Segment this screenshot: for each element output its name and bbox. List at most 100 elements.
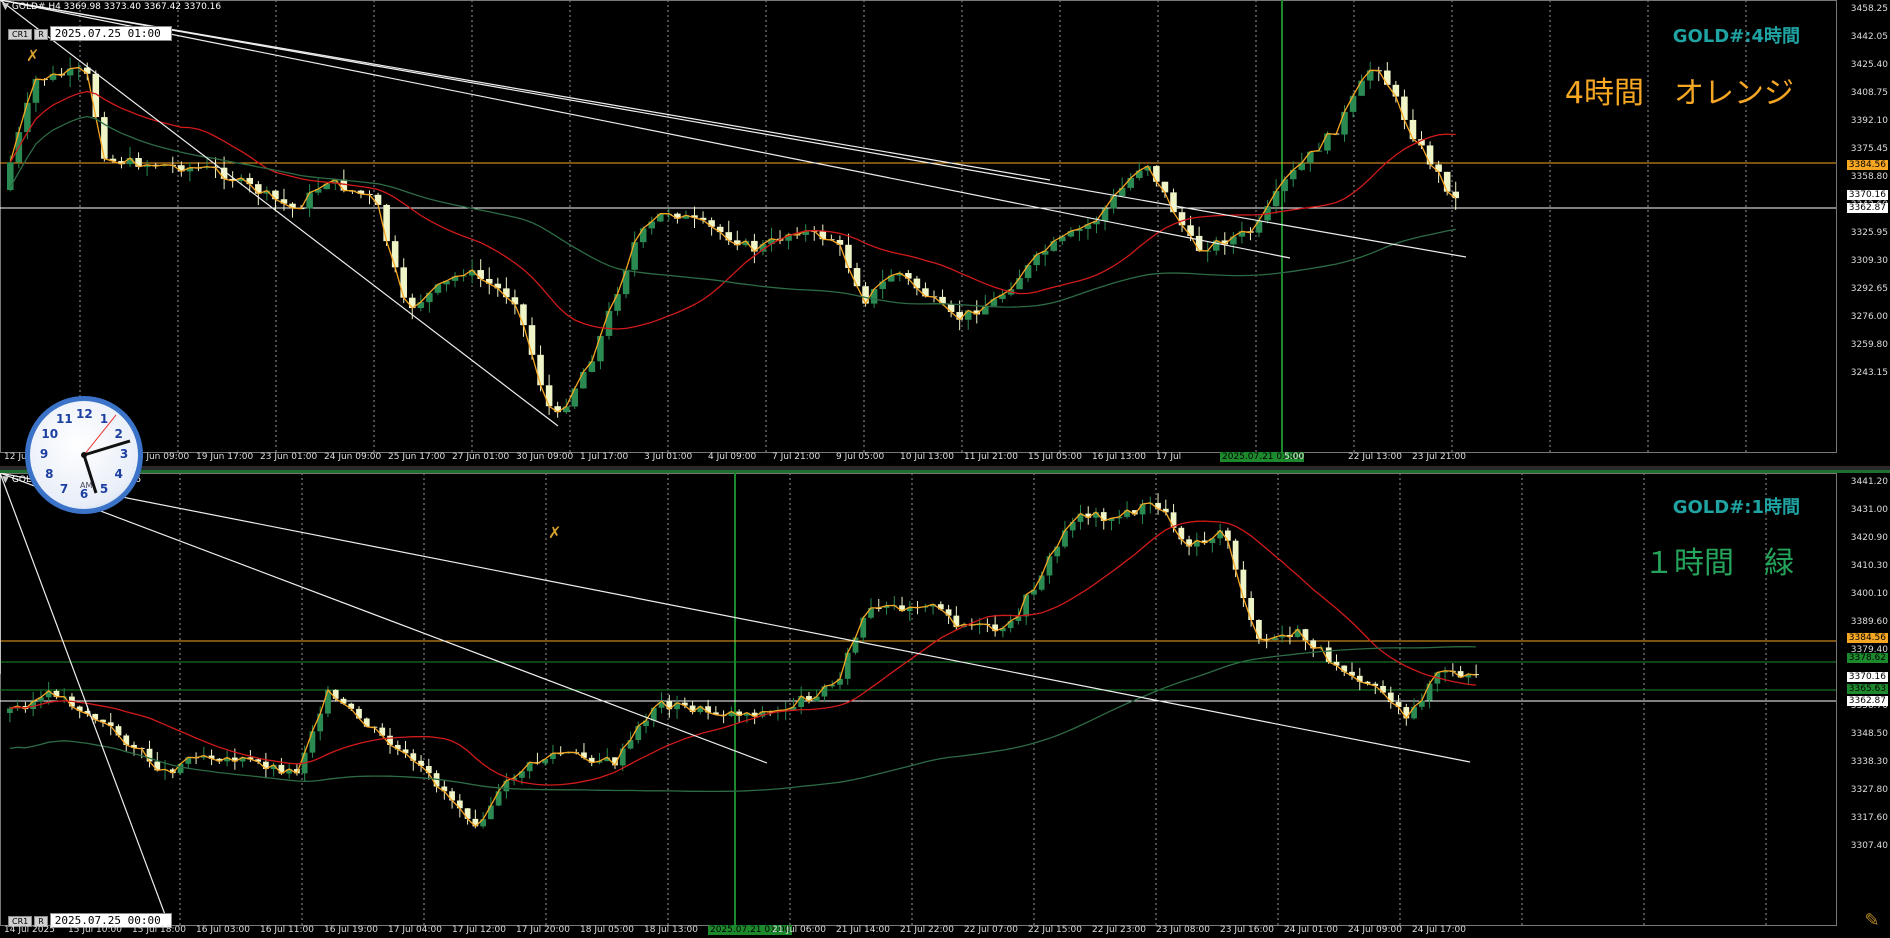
candle-body [1403, 707, 1410, 719]
price-tick-label: 3458.25 [1850, 4, 1888, 14]
candle-body [32, 79, 40, 103]
h4-time-axis[interactable]: 12 Jun 202517 Jun 01:0018 Jun 09:0019 Ju… [0, 452, 1836, 466]
crosshair-tool-icon[interactable]: ✗ [26, 46, 39, 65]
candle-body [1038, 575, 1045, 590]
time-tick-label: 19 Jun 17:00 [196, 452, 254, 462]
moving-average-green [9, 115, 1456, 308]
candle-body [1307, 151, 1314, 163]
candle-body [7, 162, 14, 190]
time-tick-label: 14 Jul 2025 [4, 925, 55, 935]
candle-body [434, 284, 442, 293]
time-tick-label: 16 Jul 19:00 [324, 925, 378, 935]
trendline [0, 0, 1291, 259]
candle-body [7, 708, 13, 713]
time-tick-label: 16 Jul 13:00 [1092, 452, 1146, 462]
price-tick-label: 3425.40 [1850, 60, 1888, 70]
collapse-triangle-icon[interactable]: ▼ [2, 2, 9, 12]
candle-body [1139, 503, 1146, 515]
trendline [0, 0, 559, 427]
time-tick-label: 15 Jul 05:00 [1028, 452, 1082, 462]
h1-chart-canvas[interactable] [0, 473, 1890, 938]
candle-body [1062, 530, 1068, 547]
h1-time-axis[interactable]: 14 Jul 2025 15 Jul 10:00 15 Jul 18:00 16 Ju… [0, 925, 1836, 938]
candle-body [317, 713, 324, 732]
time-tick-label: 24 Jul 01:00 [1284, 925, 1338, 935]
h4-symbol-label: GOLD#:4時間 [1672, 26, 1800, 47]
price-tick-label: 3276.00 [1850, 312, 1888, 322]
collapse-triangle-icon[interactable]: ▼ [2, 475, 9, 485]
candle-body [520, 304, 527, 326]
candle-body [819, 230, 827, 240]
h4-price-axis[interactable]: 3458.25 3442.05 3425.40 3408.75 3392.10 3375.… [1836, 0, 1890, 452]
time-tick-label: 30 Jun 09:00 [516, 452, 574, 462]
time-tick-label: 23 Jul 21:00 [1412, 452, 1466, 462]
price-tick-label: 3441.20 [1850, 477, 1888, 487]
candle-body [614, 294, 621, 311]
h4-timeframe-note: 4時間 オレンジ [1564, 76, 1794, 111]
candle-body [374, 194, 382, 205]
moving-average-red [9, 520, 1477, 786]
candle-body [580, 371, 587, 389]
candle-body [635, 725, 642, 741]
price-tick-label: 3307.40 [1850, 841, 1888, 851]
candle-body [1187, 225, 1194, 236]
candle-body [1324, 133, 1331, 151]
candle-body [956, 312, 963, 320]
candle-body [537, 354, 544, 386]
candle-body [1248, 598, 1255, 620]
time-tick-label: 15 Jul 10:00 [68, 925, 122, 935]
candle-body [845, 244, 852, 269]
h1-chart-pane[interactable]: ▼GOLD#,H1 3369.76 3370.16 CR1R2025.07.25… [0, 470, 1890, 938]
time-tick-label: 17 Jul 12:00 [452, 925, 506, 935]
price-tick-label: 3410.30 [1850, 561, 1888, 571]
candle-body [953, 615, 960, 628]
candle-body [1050, 241, 1058, 251]
clock-number: 3 [119, 447, 129, 461]
candle-body [597, 335, 604, 362]
price-tick-label: 3325.95 [1850, 228, 1888, 238]
price-tick-label: 3420.90 [1850, 533, 1888, 543]
candle-body [1024, 265, 1032, 279]
candle-body [477, 270, 484, 279]
candle-body [306, 192, 313, 209]
candle-body [622, 269, 630, 295]
candle-body [870, 289, 878, 304]
candle-body [1272, 191, 1280, 207]
h1-price-axis[interactable]: 3441.20 3431.00 3420.90 3410.30 3400.10 3389.… [1836, 473, 1890, 925]
candle-body [844, 652, 851, 679]
candle-body [526, 762, 533, 772]
price-tag-orange: 3384.56 [1846, 160, 1888, 170]
time-tick-label: 22 Jul 07:00 [964, 925, 1018, 935]
candle-body [1281, 179, 1288, 192]
r-tag[interactable]: R [34, 29, 48, 40]
candle-body [1366, 70, 1374, 81]
candle-body [1401, 96, 1408, 120]
candle-body [1358, 80, 1365, 96]
crosshair-tool-icon[interactable]: ✗ [548, 523, 561, 542]
candle-body [1426, 683, 1433, 701]
candle-body [426, 292, 433, 303]
time-tick-label: 15 Jul 18:00 [132, 925, 186, 935]
clock-number: 10 [41, 427, 59, 441]
h4-chart-pane[interactable]: ▼ GOLD#,H4 3369.98 3373.40 3367.42 3370.1… [0, 0, 1890, 466]
candle-body [1240, 569, 1247, 599]
time-tick-label: 11 Jul 21:00 [964, 452, 1018, 462]
analog-clock[interactable]: AM 12 1 2 3 4 5 6 7 8 9 10 11 [25, 396, 143, 514]
candle-body [1135, 170, 1143, 178]
candle-body [1392, 84, 1400, 97]
candle-body [860, 617, 867, 638]
price-tick-label: 3243.15 [1850, 368, 1888, 378]
candle-body [1016, 278, 1023, 290]
candle-body [588, 361, 596, 372]
moving-average-green [9, 645, 1477, 793]
time-tick-label: 21 Jul 14:00 [836, 925, 890, 935]
clock-number: 7 [59, 481, 69, 496]
chart-tool-corner-icon[interactable]: ✎ [1856, 910, 1888, 936]
time-tick-label: 17 Jul [1156, 452, 1182, 462]
clock-number: 2 [114, 427, 123, 441]
cr1-tag[interactable]: CR1 [8, 29, 33, 40]
zigzag-indicator-line [9, 66, 1457, 413]
candle-body [571, 388, 579, 407]
candle-body [1256, 619, 1262, 639]
time-tick-label: 18 Jul 05:00 [580, 925, 634, 935]
